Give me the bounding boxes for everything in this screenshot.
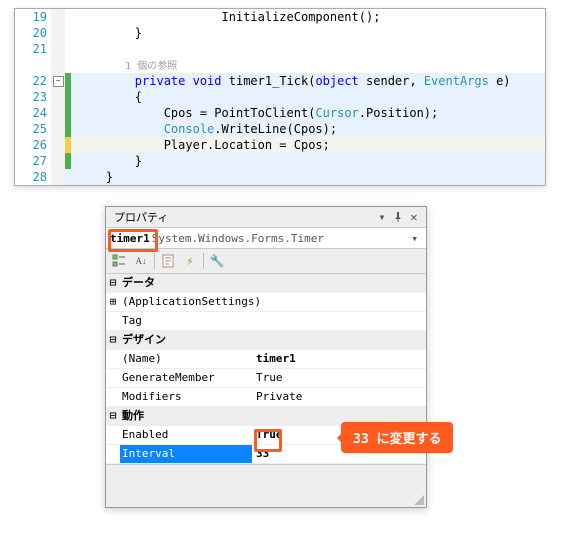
pin-icon[interactable] (390, 209, 406, 225)
property-value[interactable] (252, 312, 426, 330)
fold-gutter (51, 169, 65, 185)
property-label: Enabled (120, 426, 252, 444)
fold-gutter (51, 41, 65, 57)
object-name: timer1 (110, 232, 150, 245)
code-text[interactable]: InitializeComponent(); (71, 9, 545, 25)
categorized-icon[interactable] (110, 252, 128, 270)
expand-icon[interactable]: ⊟ (106, 331, 120, 349)
resize-grip-icon[interactable] (414, 495, 424, 505)
line-number: 19 (15, 9, 51, 25)
code-text[interactable]: private void timer1_Tick(object sender, … (71, 73, 545, 89)
properties-title: プロパティ (110, 209, 374, 225)
expand-spacer (106, 369, 120, 387)
property-label: デザイン (120, 331, 252, 349)
code-text[interactable]: Console.WriteLine(Cpos); (71, 121, 545, 137)
code-line[interactable]: 19 InitializeComponent(); (15, 9, 545, 25)
line-number: 25 (15, 121, 51, 137)
line-number: 24 (15, 105, 51, 121)
line-number: 26 (15, 137, 51, 153)
property-value[interactable]: True (252, 369, 426, 387)
code-text[interactable]: { (71, 89, 545, 105)
fold-minus-icon[interactable]: − (53, 76, 64, 87)
property-label: データ (120, 274, 252, 292)
expand-spacer (106, 312, 120, 330)
object-selector[interactable]: timer1 System.Windows.Forms.Timer ▾ (106, 228, 426, 249)
code-text[interactable]: } (71, 153, 545, 169)
property-row[interactable]: ModifiersPrivate (106, 388, 426, 407)
code-line[interactable]: 1 個の参照 (15, 57, 545, 73)
code-line[interactable]: 23 { (15, 89, 545, 105)
property-label: (ApplicationSettings) (120, 293, 252, 311)
code-text[interactable]: } (71, 169, 545, 185)
code-text[interactable] (71, 41, 545, 57)
object-dropdown-icon[interactable]: ▾ (407, 232, 422, 245)
callout: 33 に変更する (341, 422, 453, 453)
code-line[interactable]: 27 } (15, 153, 545, 169)
code-text[interactable]: Player.Location = Cpos; (71, 137, 545, 153)
fold-gutter[interactable]: − (51, 73, 65, 89)
property-label: (Name) (120, 350, 252, 368)
code-line[interactable]: 22− private void timer1_Tick(object send… (15, 73, 545, 89)
fold-gutter (51, 153, 65, 169)
property-category[interactable]: ⊟データ (106, 274, 426, 293)
fold-gutter (51, 57, 65, 73)
line-number: 28 (15, 169, 51, 185)
fold-gutter (51, 105, 65, 121)
alphabetical-icon[interactable]: A↓ (132, 252, 150, 270)
properties-window: プロパティ ▾ ✕ timer1 System.Windows.Forms.Ti… (105, 206, 427, 508)
properties-toolbar: A↓ ⚡ 🔧 (106, 249, 426, 274)
line-number: 27 (15, 153, 51, 169)
code-line[interactable]: 24 Cpos = PointToClient(Cursor.Position)… (15, 105, 545, 121)
properties-titlebar[interactable]: プロパティ ▾ ✕ (106, 207, 426, 228)
fold-gutter (51, 137, 65, 153)
property-value (252, 331, 426, 349)
code-line[interactable]: 26 Player.Location = Cpos; (15, 137, 545, 153)
property-value[interactable] (252, 293, 426, 311)
property-label: Modifiers (120, 388, 252, 406)
events-icon[interactable]: ⚡ (181, 252, 199, 270)
property-label: GenerateMember (120, 369, 252, 387)
code-text[interactable]: 1 個の参照 (71, 57, 545, 73)
line-number: 21 (15, 41, 51, 57)
object-type: System.Windows.Forms.Timer (152, 232, 408, 245)
property-row[interactable]: (Name)timer1 (106, 350, 426, 369)
expand-icon[interactable]: ⊟ (106, 274, 120, 292)
fold-gutter (51, 25, 65, 41)
code-line[interactable]: 25 Console.WriteLine(Cpos); (15, 121, 545, 137)
line-number: 22 (15, 73, 51, 89)
dropdown-icon[interactable]: ▾ (374, 209, 390, 225)
close-icon[interactable]: ✕ (406, 209, 422, 225)
code-line[interactable]: 20 } (15, 25, 545, 41)
line-number: 23 (15, 89, 51, 105)
property-label: Interval (120, 445, 252, 463)
line-number: 20 (15, 25, 51, 41)
property-row[interactable]: ⊞(ApplicationSettings) (106, 293, 426, 312)
code-text[interactable]: Cpos = PointToClient(Cursor.Position); (71, 105, 545, 121)
fold-gutter (51, 121, 65, 137)
code-text[interactable]: } (71, 25, 545, 41)
property-label: 動作 (120, 407, 252, 425)
property-row[interactable]: GenerateMemberTrue (106, 369, 426, 388)
expand-spacer (106, 426, 120, 444)
wrench-icon[interactable]: 🔧 (208, 252, 226, 270)
properties-page-icon[interactable] (159, 252, 177, 270)
property-value[interactable]: Private (252, 388, 426, 406)
line-number (15, 57, 51, 73)
property-value (252, 274, 426, 292)
expand-spacer (106, 388, 120, 406)
code-line[interactable]: 28 } (15, 169, 545, 185)
expand-icon[interactable]: ⊞ (106, 293, 120, 311)
expand-icon[interactable]: ⊟ (106, 407, 120, 425)
property-category[interactable]: ⊟デザイン (106, 331, 426, 350)
fold-gutter (51, 89, 65, 105)
property-value[interactable]: timer1 (252, 350, 426, 368)
description-pane (106, 464, 426, 507)
property-label: Tag (120, 312, 252, 330)
expand-spacer (106, 445, 120, 463)
fold-gutter (51, 9, 65, 25)
code-editor[interactable]: 19 InitializeComponent();20 }21 1 個の参照22… (14, 8, 546, 186)
property-row[interactable]: Tag (106, 312, 426, 331)
code-line[interactable]: 21 (15, 41, 545, 57)
expand-spacer (106, 350, 120, 368)
